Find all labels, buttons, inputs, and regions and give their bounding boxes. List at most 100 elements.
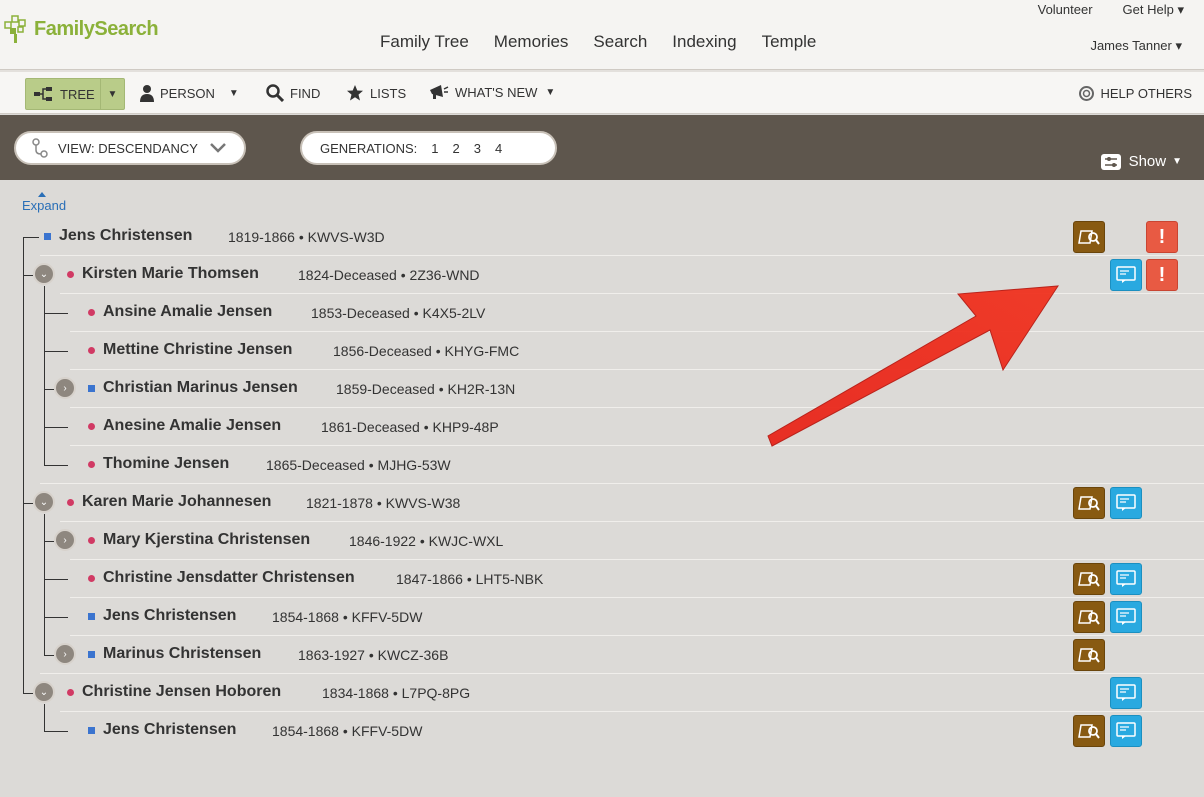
expand-toggle-icon[interactable]: › — [54, 529, 76, 551]
person-lifespan-id: 1859-Deceased • KH2R-13N — [336, 381, 516, 397]
person-name[interactable]: Mary Kjerstina Christensen — [103, 531, 310, 549]
pedigree-icon — [34, 87, 54, 101]
person-name[interactable]: Ansine Amalie Jensen — [103, 303, 272, 321]
view-options-bar: VIEW: DESCENDANCY GENERATIONS: 1 2 3 4 S… — [0, 115, 1204, 180]
person-name[interactable]: Thomine Jensen — [103, 455, 229, 473]
research-suggestion-icon[interactable] — [1073, 563, 1105, 595]
settings-sliders-icon — [1100, 153, 1121, 170]
discussion-icon[interactable] — [1110, 715, 1142, 747]
nav-family-tree[interactable]: Family Tree — [380, 32, 469, 52]
collapse-toggle-icon[interactable]: ⌄ — [33, 491, 55, 513]
person-row[interactable]: Mettine Christine Jensen 1856-Deceased •… — [0, 332, 1204, 370]
person-row[interactable]: Jens Christensen 1854-1868 • KFFV-5DW — [0, 598, 1204, 636]
person-row[interactable]: ⌄ Kirsten Marie Thomsen 1824-Deceased • … — [0, 256, 1204, 294]
site-header: FamilySearch Family Tree Memories Search… — [0, 0, 1204, 70]
nav-indexing[interactable]: Indexing — [672, 32, 736, 52]
data-problem-alert-icon[interactable]: ! — [1146, 259, 1178, 291]
collapse-toggle-icon[interactable]: ⌄ — [33, 263, 55, 285]
person-name[interactable]: Anesine Amalie Jensen — [103, 417, 281, 435]
person-name[interactable]: Kirsten Marie Thomsen — [82, 265, 259, 283]
person-name[interactable]: Jens Christensen — [59, 227, 192, 245]
discussion-icon[interactable] — [1110, 601, 1142, 633]
tree-label: TREE — [60, 86, 95, 102]
male-marker-icon — [88, 385, 95, 392]
logo-text: FamilySearch — [34, 17, 159, 40]
person-row[interactable]: Jens Christensen 1854-1868 • KFFV-5DW — [0, 712, 1204, 750]
familysearch-logo[interactable]: FamilySearch — [4, 14, 159, 44]
discussion-icon[interactable] — [1110, 563, 1142, 595]
nav-temple[interactable]: Temple — [762, 32, 817, 52]
person-name[interactable]: Jens Christensen — [103, 721, 236, 739]
person-row[interactable]: › Christian Marinus Jensen 1859-Deceased… — [0, 370, 1204, 408]
person-lifespan-id: 1853-Deceased • K4X5-2LV — [311, 305, 486, 321]
nav-search[interactable]: Search — [593, 32, 647, 52]
main-nav: Family Tree Memories Search Indexing Tem… — [380, 32, 816, 52]
person-row[interactable]: › Mary Kjerstina Christensen 1846-1922 •… — [0, 522, 1204, 560]
tree-button[interactable]: TREE ▼ — [25, 78, 125, 110]
research-suggestion-icon[interactable] — [1073, 715, 1105, 747]
discussion-icon[interactable] — [1110, 677, 1142, 709]
research-suggestion-icon[interactable] — [1073, 601, 1105, 633]
person-name[interactable]: Christine Jensen Hoboren — [82, 683, 281, 701]
show-menu[interactable]: Show ▼ — [1100, 153, 1182, 170]
chevron-down-icon — [210, 143, 226, 153]
person-lifespan-id: 1854-1868 • KFFV-5DW — [272, 723, 423, 739]
find-button[interactable]: FIND — [266, 84, 320, 102]
show-label: Show — [1128, 153, 1167, 170]
person-row[interactable]: Christine Jensdatter Christensen 1847-18… — [0, 560, 1204, 598]
person-row[interactable]: Anesine Amalie Jensen 1861-Deceased • KH… — [0, 408, 1204, 446]
male-marker-icon — [88, 613, 95, 620]
chevron-down-icon: ▼ — [228, 87, 239, 99]
nav-memories[interactable]: Memories — [494, 32, 569, 52]
research-suggestion-icon[interactable] — [1073, 639, 1105, 671]
person-lifespan-id: 1856-Deceased • KHYG-FMC — [333, 343, 520, 359]
person-label: PERSON — [160, 85, 215, 101]
research-suggestion-icon[interactable] — [1073, 221, 1105, 253]
female-marker-icon — [67, 271, 74, 278]
get-help-menu[interactable]: Get Help ▾ — [1123, 2, 1184, 18]
person-lifespan-id: 1854-1868 • KFFV-5DW — [272, 609, 423, 625]
whats-new-menu[interactable]: WHAT'S NEW ▼ — [429, 84, 555, 100]
female-marker-icon — [88, 461, 95, 468]
person-name[interactable]: Karen Marie Johannesen — [82, 493, 271, 511]
help-others-button[interactable]: HELP OTHERS — [1079, 86, 1192, 101]
user-menu[interactable]: James Tanner ▾ — [1090, 38, 1182, 54]
person-name[interactable]: Mettine Christine Jensen — [103, 341, 292, 359]
person-name[interactable]: Marinus Christensen — [103, 645, 261, 663]
tree-logo-icon — [4, 15, 26, 43]
person-row[interactable]: ⌄ Karen Marie Johannesen 1821-1878 • KWV… — [0, 484, 1204, 522]
person-lifespan-id: 1819-1866 • KWVS-W3D — [228, 229, 385, 245]
female-marker-icon — [67, 689, 74, 696]
expand-link[interactable]: Expand — [22, 198, 66, 213]
female-marker-icon — [88, 575, 95, 582]
person-row[interactable]: Jens Christensen 1819-1866 • KWVS-W3D ! — [0, 218, 1204, 256]
generation-option-1[interactable]: 1 — [431, 141, 438, 156]
discussion-icon[interactable] — [1110, 487, 1142, 519]
descendancy-view-icon — [32, 138, 48, 158]
expand-toggle-icon[interactable]: › — [54, 643, 76, 665]
generation-option-2[interactable]: 2 — [453, 141, 460, 156]
lists-button[interactable]: LISTS — [346, 84, 406, 102]
generation-option-4[interactable]: 4 — [495, 141, 502, 156]
expand-toggle-icon[interactable]: › — [54, 377, 76, 399]
expand-up-icon — [38, 192, 46, 197]
generation-option-3[interactable]: 3 — [474, 141, 481, 156]
person-name[interactable]: Christian Marinus Jensen — [103, 379, 298, 397]
person-name[interactable]: Jens Christensen — [103, 607, 236, 625]
person-lifespan-id: 1821-1878 • KWVS-W38 — [306, 495, 461, 511]
male-marker-icon — [88, 651, 95, 658]
person-row[interactable]: ⌄ Christine Jensen Hoboren 1834-1868 • L… — [0, 674, 1204, 712]
person-name[interactable]: Christine Jensdatter Christensen — [103, 569, 355, 587]
data-problem-alert-icon[interactable]: ! — [1146, 221, 1178, 253]
volunteer-link[interactable]: Volunteer — [1038, 2, 1093, 18]
collapse-toggle-icon[interactable]: ⌄ — [33, 681, 55, 703]
tree-dropdown-icon[interactable]: ▼ — [100, 79, 124, 109]
view-selector[interactable]: VIEW: DESCENDANCY — [14, 131, 246, 165]
whats-new-label: WHAT'S NEW — [455, 84, 538, 100]
person-row[interactable]: Thomine Jensen 1865-Deceased • MJHG-53W — [0, 446, 1204, 484]
research-suggestion-icon[interactable] — [1073, 487, 1105, 519]
person-menu[interactable]: PERSON ▼ — [140, 84, 239, 102]
discussion-icon[interactable] — [1110, 259, 1142, 291]
person-row[interactable]: › Marinus Christensen 1863-1927 • KWCZ-3… — [0, 636, 1204, 674]
person-row[interactable]: Ansine Amalie Jensen 1853-Deceased • K4X… — [0, 294, 1204, 332]
